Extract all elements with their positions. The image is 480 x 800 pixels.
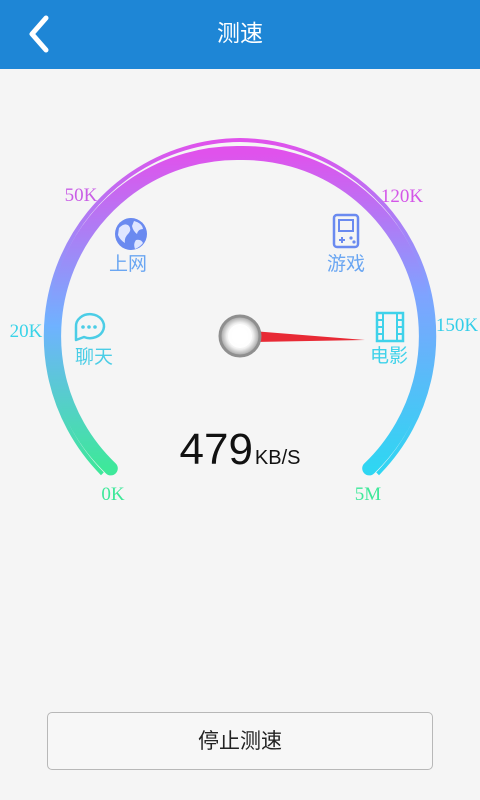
top-bar: 测速 [0,0,480,69]
category-label-movie: 电影 [370,345,408,367]
tick-20k: 20K [10,321,43,342]
tick-50k: 50K [65,185,98,206]
speed-readout: 479 KB/S [0,425,480,475]
tick-0k: 0K [101,484,125,505]
category-label-web: 上网 [109,253,147,275]
gauge-needle [252,331,365,342]
category-label-chat: 聊天 [75,346,113,368]
tick-5m: 5M [355,484,382,505]
film-icon [375,311,405,343]
gamepad-icon [332,213,360,249]
speed-unit: KB/S [254,447,301,469]
globe-icon [115,218,147,250]
category-label-game: 游戏 [327,253,365,275]
tick-150k: 150K [436,315,479,336]
chat-bubble-icon [74,312,106,342]
speed-value: 479 [179,425,253,474]
tick-120k: 120K [381,186,424,207]
page-title: 测速 [217,21,263,47]
stop-test-button[interactable]: 停止测速 [47,712,433,770]
